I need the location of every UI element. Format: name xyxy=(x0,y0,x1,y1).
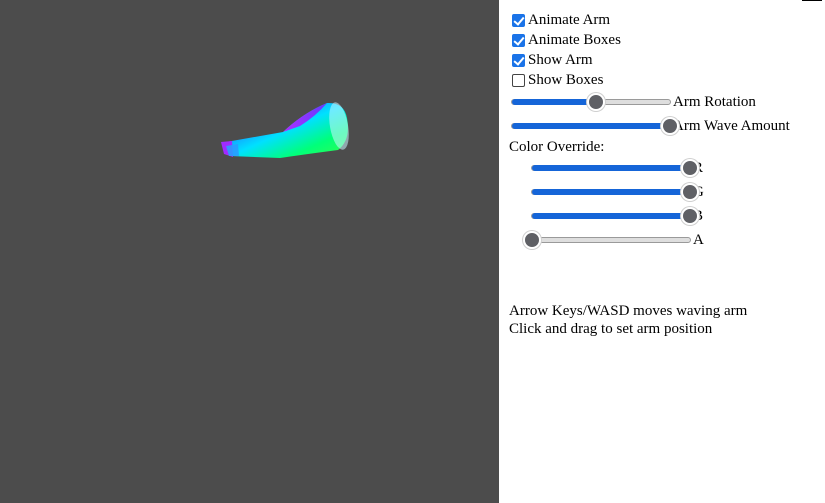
waving-arm-render xyxy=(221,102,349,158)
arm-wave-thumb[interactable] xyxy=(661,117,679,135)
color-b-thumb[interactable] xyxy=(681,207,699,225)
color-b-slider[interactable] xyxy=(531,207,699,225)
arm-rotation-control: Arm Rotation xyxy=(511,91,756,113)
show-boxes-checkbox[interactable] xyxy=(512,73,525,87)
help-text-keys: Arrow Keys/WASD moves waving arm xyxy=(509,303,748,319)
color-a-thumb[interactable] xyxy=(523,231,541,249)
arm-rotation-thumb[interactable] xyxy=(586,93,605,111)
control-panel: Animate Arm Animate Boxes Show Arm Show … xyxy=(499,0,825,503)
color-r-thumb[interactable] xyxy=(681,159,699,177)
arm-wave-label: Arm Wave Amount xyxy=(673,117,790,134)
help-text-drag: Click and drag to set arm position xyxy=(509,321,713,337)
show-boxes-label: Show Boxes xyxy=(528,71,604,88)
animate-arm-label: Animate Arm xyxy=(528,11,611,28)
show-boxes-toggle[interactable]: Show Boxes xyxy=(512,70,603,90)
arm-wave-slider[interactable] xyxy=(511,117,679,135)
color-a-control: A xyxy=(523,229,704,251)
animate-arm-checkbox[interactable] xyxy=(512,13,525,27)
show-arm-label: Show Arm xyxy=(528,51,593,68)
show-arm-checkbox[interactable] xyxy=(512,53,525,67)
top-divider xyxy=(802,0,822,1)
animate-arm-toggle[interactable]: Animate Arm xyxy=(512,10,610,30)
animate-boxes-checkbox[interactable] xyxy=(512,33,525,47)
render-canvas[interactable] xyxy=(0,0,499,503)
show-arm-toggle[interactable]: Show Arm xyxy=(512,50,593,70)
animate-boxes-toggle[interactable]: Animate Boxes xyxy=(512,30,621,50)
color-r-control: R xyxy=(531,157,703,179)
color-g-thumb[interactable] xyxy=(681,183,699,201)
arm-rotation-label: Arm Rotation xyxy=(673,93,756,110)
animate-boxes-label: Animate Boxes xyxy=(528,31,621,48)
color-override-heading: Color Override: xyxy=(509,139,605,155)
color-g-control: G xyxy=(531,181,704,203)
color-a-label: A xyxy=(693,231,704,248)
color-g-slider[interactable] xyxy=(531,183,699,201)
color-r-slider[interactable] xyxy=(531,159,699,177)
arm-wave-control: Arm Wave Amount xyxy=(511,115,790,137)
color-b-control: B xyxy=(531,205,703,227)
color-a-slider[interactable] xyxy=(523,231,691,249)
arm-rotation-slider[interactable] xyxy=(511,93,671,111)
